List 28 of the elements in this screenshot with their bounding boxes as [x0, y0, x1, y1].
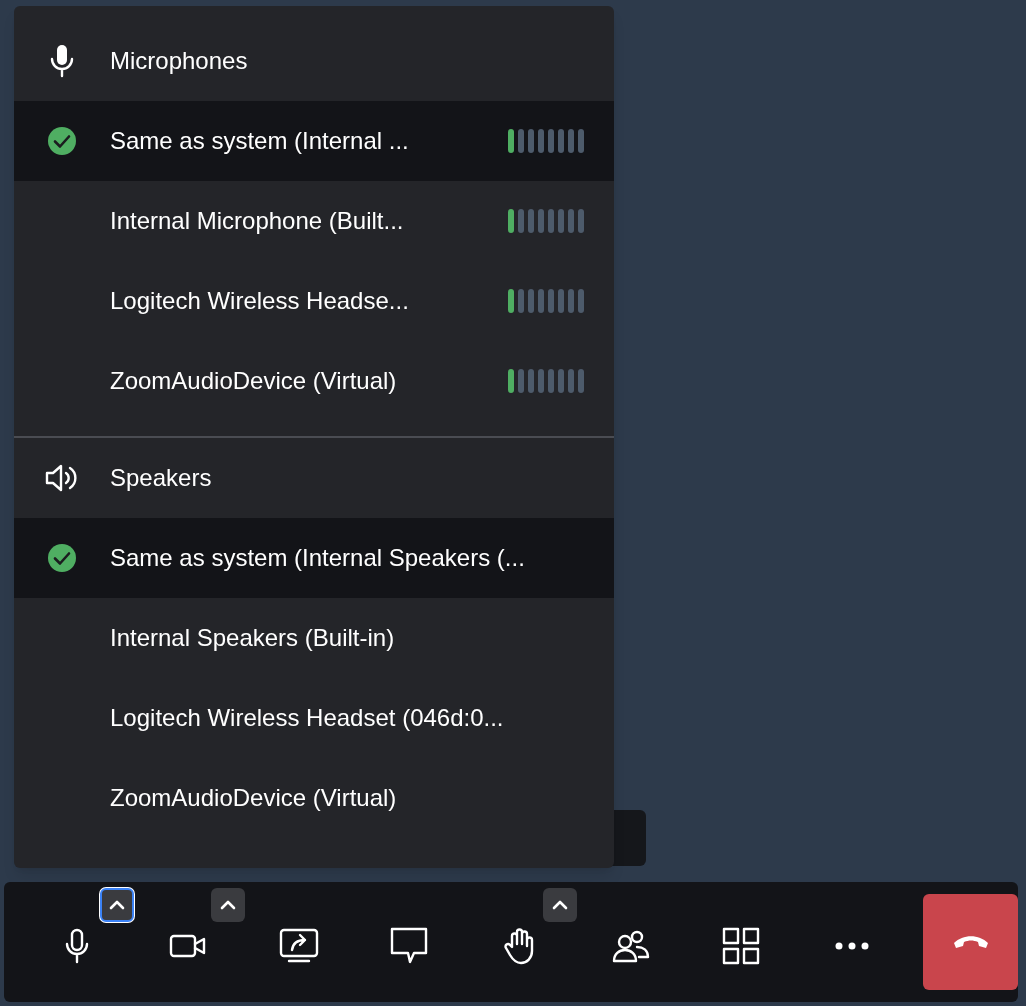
options-button[interactable] — [100, 888, 134, 922]
caret-icon — [551, 900, 568, 910]
chat-bubble-icon — [390, 927, 429, 965]
video-camera-icon — [168, 934, 207, 958]
section-heading: Speakers — [110, 463, 212, 493]
hang-up-icon — [951, 934, 990, 950]
options-button[interactable] — [542, 888, 577, 922]
caret-icon — [219, 900, 236, 910]
check-icon — [47, 543, 77, 573]
device-option[interactable]: Logitech Wireless Headset (046d:0... — [14, 678, 614, 758]
device-option[interactable]: Internal Speakers (Built-in) — [14, 598, 614, 678]
options-button[interactable] — [210, 888, 245, 922]
section-heading: Microphones — [110, 46, 248, 76]
caret-icon — [109, 900, 125, 910]
device-option[interactable]: Same as system (Internal Speakers (... — [14, 518, 614, 598]
device-option[interactable]: ZoomAudioDevice (Virtual) — [14, 341, 614, 421]
device-option[interactable]: Same as system (Internal ... — [14, 101, 614, 181]
device-option[interactable]: Logitech Wireless Headse... — [14, 261, 614, 341]
device-option[interactable]: Internal Microphone (Built... — [14, 181, 614, 261]
speaker-icon — [45, 463, 79, 493]
microphone-icon — [48, 44, 76, 78]
device-option[interactable]: ZoomAudioDevice (Virtual) — [14, 758, 614, 838]
people-icon — [610, 929, 651, 963]
check-icon — [47, 126, 77, 156]
hang-up-button[interactable] — [923, 894, 1018, 990]
more-icon — [834, 942, 869, 950]
grid-icon — [722, 927, 761, 965]
share-screen-icon — [278, 928, 319, 964]
